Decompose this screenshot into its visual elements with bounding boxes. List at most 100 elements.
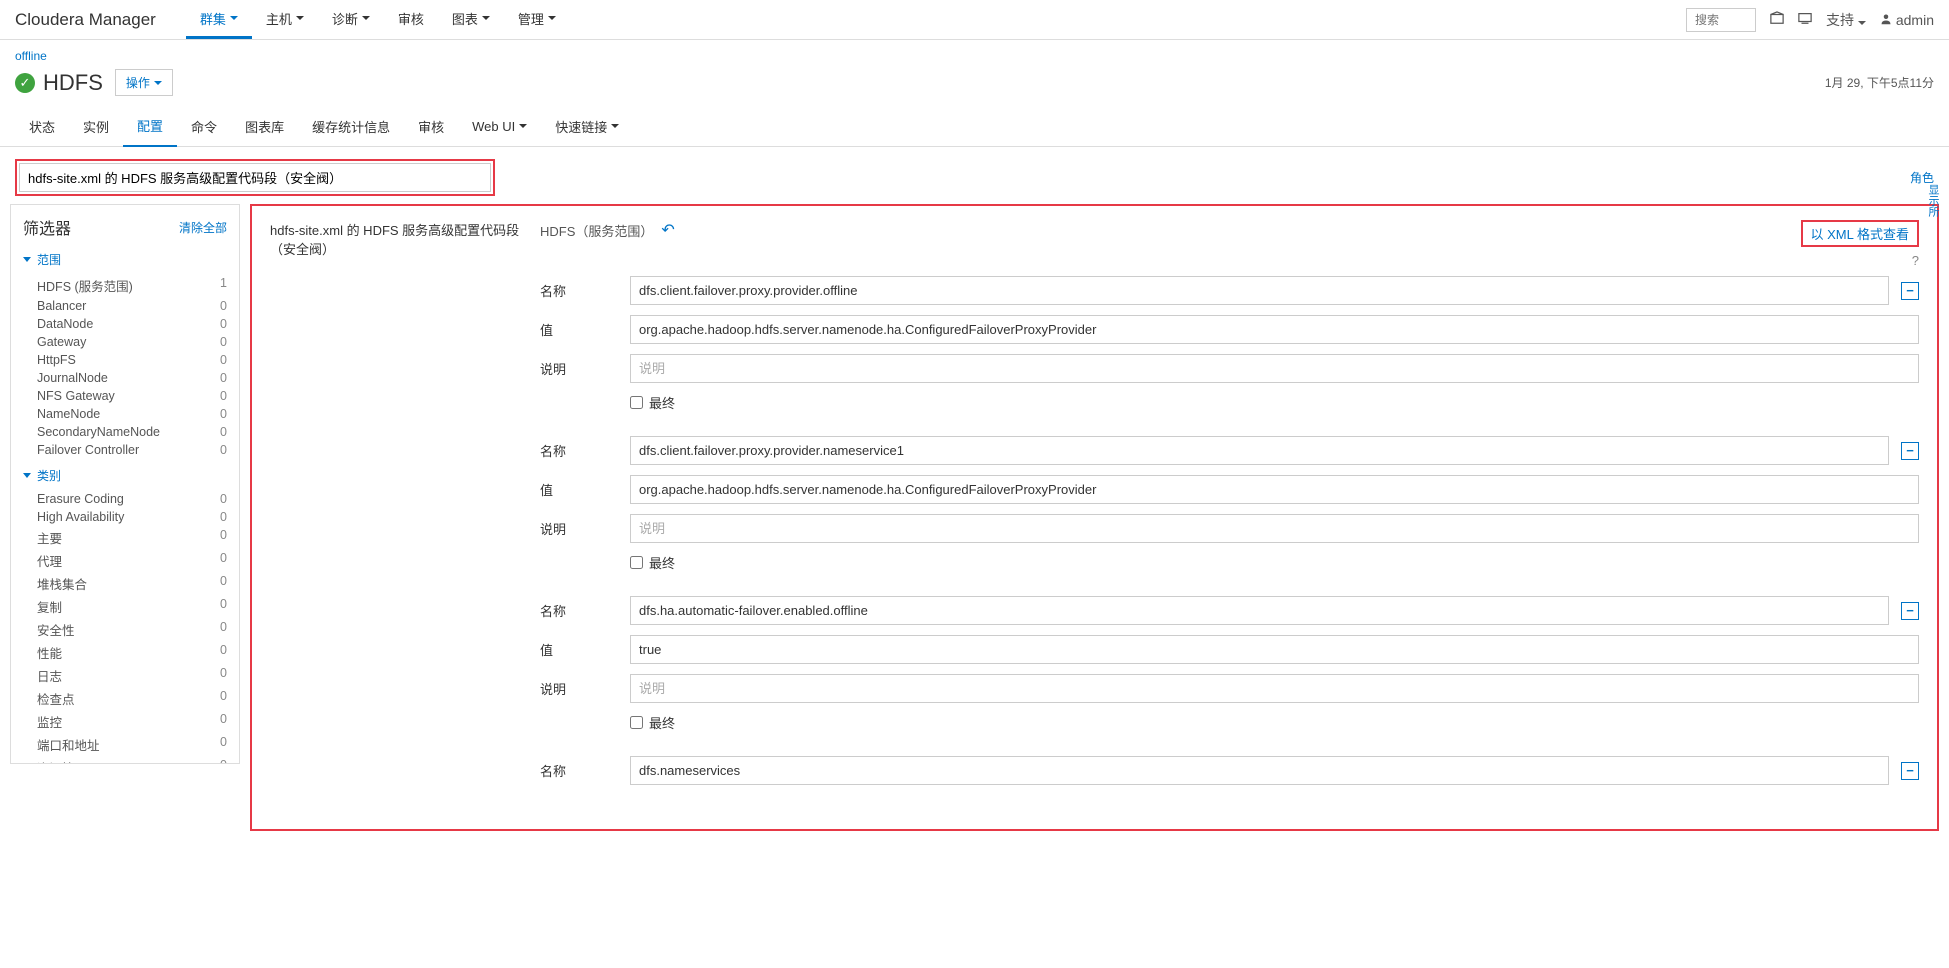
config-search-input[interactable] (19, 163, 491, 192)
filter-item[interactable]: 监控0 (23, 710, 227, 733)
filter-item[interactable]: JournalNode0 (23, 369, 227, 387)
filter-item[interactable]: 复制0 (23, 595, 227, 618)
parcels-icon[interactable] (1770, 11, 1784, 28)
field-label-final: 最终 (649, 553, 675, 572)
filter-item[interactable]: Gateway0 (23, 333, 227, 351)
field-label-value: 值 (540, 480, 630, 499)
config-header-row: hdfs-site.xml 的 HDFS 服务高级配置代码段（安全阀） HDFS… (270, 220, 1919, 268)
config-scope: HDFS（服务范围） ↶ (540, 220, 675, 240)
status-ok-icon: ✓ (15, 73, 35, 93)
filter-item[interactable]: High Availability0 (23, 508, 227, 526)
property-name-input[interactable] (630, 596, 1889, 625)
brand-text-2: Manager (89, 10, 156, 29)
top-nav: 群集主机诊断审核图表管理 (186, 0, 570, 39)
topnav-item[interactable]: 群集 (186, 0, 252, 39)
filter-item[interactable]: 主要0 (23, 526, 227, 549)
view-as-xml-link[interactable]: 以 XML 格式查看 (1811, 227, 1909, 242)
remove-property-button[interactable]: − (1901, 442, 1919, 460)
undo-icon[interactable]: ↶ (661, 220, 674, 240)
property-final-checkbox[interactable] (630, 716, 643, 729)
property-name-input[interactable] (630, 436, 1889, 465)
filter-item[interactable]: DataNode0 (23, 315, 227, 333)
brand-text-1: Cloudera (15, 10, 89, 29)
clear-all-link[interactable]: 清除全部 (179, 219, 227, 236)
topnav-item[interactable]: 管理 (504, 0, 570, 39)
property-desc-input[interactable] (630, 514, 1919, 543)
field-label-name: 名称 (540, 281, 630, 300)
support-menu[interactable]: 支持 (1826, 10, 1866, 30)
topnav-item[interactable]: 审核 (384, 0, 438, 39)
topnav-item[interactable]: 诊断 (318, 0, 384, 39)
brand-logo[interactable]: Cloudera Manager (15, 10, 156, 30)
filter-item[interactable]: 代理0 (23, 549, 227, 572)
filter-item[interactable]: 安全性0 (23, 618, 227, 641)
service-tab[interactable]: 命令 (177, 106, 231, 146)
help-icon[interactable]: ? (1912, 253, 1919, 268)
field-label-name: 名称 (540, 441, 630, 460)
user-menu[interactable]: admin (1880, 12, 1934, 28)
breadcrumb: offline (0, 40, 1949, 63)
filter-item[interactable]: NameNode0 (23, 405, 227, 423)
service-tab[interactable]: 状态 (15, 106, 69, 146)
field-label-final: 最终 (649, 393, 675, 412)
global-search-input[interactable] (1686, 8, 1756, 32)
filter-item[interactable]: 性能0 (23, 641, 227, 664)
filter-item[interactable]: Balancer0 (23, 297, 227, 315)
service-tab[interactable]: Web UI (458, 106, 541, 146)
property-value-input[interactable] (630, 315, 1919, 344)
field-label-final: 最终 (649, 713, 675, 732)
main-area: 筛选器 清除全部 范围 HDFS (服务范围)1Balancer0DataNod… (0, 204, 1949, 851)
filter-item[interactable]: Failover Controller0 (23, 441, 227, 459)
remove-property-button[interactable]: − (1901, 282, 1919, 300)
remove-property-button[interactable]: − (1901, 602, 1919, 620)
breadcrumb-cluster-link[interactable]: offline (15, 49, 47, 63)
chevron-down-icon (23, 473, 31, 478)
service-tabs: 状态实例配置命令图表库缓存统计信息审核Web UI 快速链接 (0, 106, 1949, 147)
property-desc-input[interactable] (630, 674, 1919, 703)
filter-item[interactable]: 堆栈集合0 (23, 572, 227, 595)
remove-property-button[interactable]: − (1901, 762, 1919, 780)
actions-button[interactable]: 操作 (115, 69, 173, 96)
property-name-input[interactable] (630, 276, 1889, 305)
property-block: 名称−值说明最终 (540, 596, 1919, 732)
service-title-row: ✓ HDFS 操作 1月 29, 下午5点11分 (0, 63, 1949, 106)
filter-item[interactable]: SecondaryNameNode0 (23, 423, 227, 441)
show-all-link[interactable]: 显示所 (1925, 184, 1941, 217)
filter-item[interactable]: 端口和地址0 (23, 733, 227, 756)
timestamp: 1月 29, 下午5点11分 (1825, 74, 1934, 91)
scope-group-header[interactable]: 范围 (23, 251, 227, 268)
topnav-item[interactable]: 图表 (438, 0, 504, 39)
field-label-value: 值 (540, 320, 630, 339)
service-tab[interactable]: 配置 (123, 106, 177, 147)
filter-item[interactable]: HDFS (服务范围)1 (23, 274, 227, 297)
service-tab[interactable]: 实例 (69, 106, 123, 146)
field-label-value: 值 (540, 640, 630, 659)
field-label-name: 名称 (540, 601, 630, 620)
property-final-checkbox[interactable] (630, 396, 643, 409)
service-tab[interactable]: 快速链接 (541, 106, 633, 146)
topnav-item[interactable]: 主机 (252, 0, 318, 39)
service-tab[interactable]: 缓存统计信息 (298, 106, 404, 146)
running-commands-icon[interactable] (1798, 11, 1812, 28)
top-header: Cloudera Manager 群集主机诊断审核图表管理 支持 admin (0, 0, 1949, 40)
field-label-desc: 说明 (540, 359, 630, 378)
filter-item[interactable]: HttpFS0 (23, 351, 227, 369)
xml-view-highlight: 以 XML 格式查看 (1801, 220, 1919, 247)
service-tab[interactable]: 审核 (404, 106, 458, 146)
field-label-desc: 说明 (540, 519, 630, 538)
category-group-header[interactable]: 类别 (23, 467, 227, 484)
header-right: 支持 admin (1686, 8, 1934, 32)
property-value-input[interactable] (630, 475, 1919, 504)
property-desc-input[interactable] (630, 354, 1919, 383)
filter-item[interactable]: 资源管理0 (23, 756, 227, 764)
property-final-checkbox[interactable] (630, 556, 643, 569)
config-content: 显示所 hdfs-site.xml 的 HDFS 服务高级配置代码段（安全阀） … (250, 204, 1939, 831)
filter-item[interactable]: 检查点0 (23, 687, 227, 710)
property-value-input[interactable] (630, 635, 1919, 664)
filter-item[interactable]: NFS Gateway0 (23, 387, 227, 405)
property-name-input[interactable] (630, 756, 1889, 785)
service-tab[interactable]: 图表库 (231, 106, 298, 146)
filter-item[interactable]: 日志0 (23, 664, 227, 687)
filter-title: 筛选器 (23, 215, 71, 239)
filter-item[interactable]: Erasure Coding0 (23, 490, 227, 508)
